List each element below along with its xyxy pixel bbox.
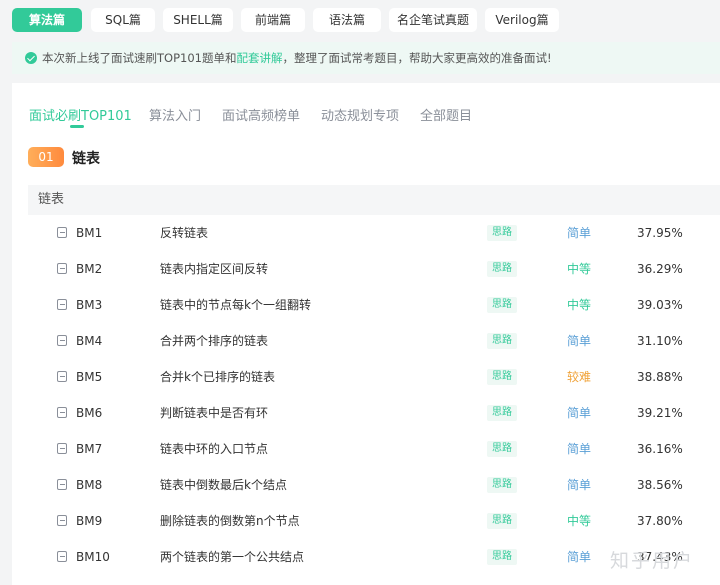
document-icon — [57, 299, 67, 310]
pass-rate: 37.95% — [637, 226, 683, 240]
pass-rate: 39.21% — [637, 406, 683, 420]
problem-row[interactable]: BM7 链表中环的入口节点 思路 简单 36.16% — [12, 431, 720, 467]
problem-panel: 面试必刷TOP101 算法入门 面试高频榜单 动态规划专项 全部题目 01 链表… — [12, 83, 720, 585]
solution-tag[interactable]: 思路 — [487, 549, 517, 565]
difficulty-label: 中等 — [567, 262, 592, 276]
problem-title[interactable]: 两个链表的第一个公共结点 — [160, 539, 304, 575]
category-company-exams[interactable]: 名企笔试真题 — [389, 8, 477, 32]
problem-list: BM1 反转链表 思路 简单 37.95% BM2 链表内指定区间反转 思路 中等 36.29% B… — [12, 215, 720, 575]
category-shell[interactable]: SHELL篇 — [163, 8, 233, 32]
solution-tag[interactable]: 思路 — [487, 333, 517, 349]
difficulty-label: 简单 — [567, 334, 592, 348]
problem-row[interactable]: BM1 反转链表 思路 简单 37.95% — [12, 215, 720, 251]
problem-row[interactable]: BM3 链表中的节点每k个一组翻转 思路 中等 39.03% — [12, 287, 720, 323]
problem-id: BM6 — [76, 406, 103, 420]
problem-id: BM5 — [76, 370, 103, 384]
solution-tag[interactable]: 思路 — [487, 261, 517, 277]
solution-tag[interactable]: 思路 — [487, 297, 517, 313]
problem-title[interactable]: 合并两个排序的链表 — [160, 323, 268, 359]
pass-rate: 37.80% — [637, 514, 683, 528]
active-tab-indicator — [70, 125, 84, 128]
document-icon — [57, 515, 67, 526]
problem-id: BM3 — [76, 298, 103, 312]
problem-row[interactable]: BM6 判断链表中是否有环 思路 简单 39.21% — [12, 395, 720, 431]
problem-id: BM1 — [76, 226, 103, 240]
problem-id: BM9 — [76, 514, 103, 528]
document-icon — [57, 479, 67, 490]
category-bar: 算法篇 SQL篇 SHELL篇 前端篇 语法篇 名企笔试真题 Verilog篇 — [0, 0, 720, 40]
solution-tag[interactable]: 思路 — [487, 513, 517, 529]
tab-dynamic-programming[interactable]: 动态规划专项 — [321, 105, 399, 124]
problem-title[interactable]: 链表中环的入口节点 — [160, 431, 268, 467]
difficulty-label: 简单 — [567, 478, 592, 492]
document-icon — [57, 371, 67, 382]
problem-row[interactable]: BM10 两个链表的第一个公共结点 思路 简单 37.43% — [12, 539, 720, 575]
problem-title[interactable]: 链表中倒数最后k个结点 — [160, 467, 287, 503]
difficulty-label: 简单 — [567, 226, 592, 240]
solution-tag[interactable]: 思路 — [487, 369, 517, 385]
document-icon — [57, 335, 67, 346]
notice-text: 本次新上线了面试速刷TOP101题单和配套讲解，整理了面试常考题目，帮助大家更高… — [42, 42, 552, 74]
problem-title[interactable]: 反转链表 — [160, 215, 208, 251]
problem-row[interactable]: BM2 链表内指定区间反转 思路 中等 36.29% — [12, 251, 720, 287]
problem-title[interactable]: 判断链表中是否有环 — [160, 395, 268, 431]
problem-title[interactable]: 合并k个已排序的链表 — [160, 359, 275, 395]
solution-tag[interactable]: 思路 — [487, 405, 517, 421]
pass-rate: 31.10% — [637, 334, 683, 348]
document-icon — [57, 407, 67, 418]
document-icon — [57, 263, 67, 274]
category-syntax[interactable]: 语法篇 — [313, 8, 381, 32]
category-algorithm[interactable]: 算法篇 — [12, 8, 82, 32]
pass-rate: 39.03% — [637, 298, 683, 312]
pass-rate: 36.16% — [637, 442, 683, 456]
document-icon — [57, 443, 67, 454]
pass-rate: 37.43% — [637, 550, 683, 564]
notice-text-before: 本次新上线了面试速刷TOP101题单和 — [42, 51, 237, 65]
problem-row[interactable]: BM8 链表中倒数最后k个结点 思路 简单 38.56% — [12, 467, 720, 503]
difficulty-label: 中等 — [567, 298, 592, 312]
section-title: 链表 — [72, 151, 100, 167]
category-verilog[interactable]: Verilog篇 — [485, 8, 559, 32]
problem-row[interactable]: BM4 合并两个排序的链表 思路 简单 31.10% — [12, 323, 720, 359]
problem-id: BM7 — [76, 442, 103, 456]
problem-row[interactable]: BM9 删除链表的倒数第n个节点 思路 中等 37.80% — [12, 503, 720, 539]
difficulty-label: 较难 — [567, 370, 592, 384]
group-header: 链表 — [28, 185, 720, 215]
problem-row[interactable]: BM5 合并k个已排序的链表 思路 较难 38.88% — [12, 359, 720, 395]
pass-rate: 38.88% — [637, 370, 683, 384]
solution-tag[interactable]: 思路 — [487, 225, 517, 241]
section-number-badge: 01 — [28, 147, 64, 167]
solution-tag[interactable]: 思路 — [487, 477, 517, 493]
problem-id: BM10 — [76, 550, 110, 564]
problem-title[interactable]: 链表内指定区间反转 — [160, 251, 268, 287]
problem-id: BM8 — [76, 478, 103, 492]
tab-algorithm-intro[interactable]: 算法入门 — [149, 105, 201, 124]
check-circle-icon — [25, 52, 37, 64]
notice-link[interactable]: 配套讲解 — [236, 51, 282, 65]
problem-title[interactable]: 链表中的节点每k个一组翻转 — [160, 287, 311, 323]
notice-text-after: ，整理了面试常考题目，帮助大家更高效的准备面试! — [282, 51, 552, 65]
notice-bar: 本次新上线了面试速刷TOP101题单和配套讲解，整理了面试常考题目，帮助大家更高… — [12, 42, 720, 74]
problem-title[interactable]: 删除链表的倒数第n个节点 — [160, 503, 300, 539]
difficulty-label: 中等 — [567, 514, 592, 528]
problem-id: BM2 — [76, 262, 103, 276]
solution-tag[interactable]: 思路 — [487, 441, 517, 457]
document-icon — [57, 551, 67, 562]
tab-high-frequency[interactable]: 面试高频榜单 — [222, 105, 300, 124]
difficulty-label: 简单 — [567, 550, 592, 564]
pass-rate: 38.56% — [637, 478, 683, 492]
problem-id: BM4 — [76, 334, 103, 348]
tab-all-problems[interactable]: 全部题目 — [420, 105, 472, 124]
category-sql[interactable]: SQL篇 — [91, 8, 155, 32]
difficulty-label: 简单 — [567, 442, 592, 456]
document-icon — [57, 227, 67, 238]
tab-top101[interactable]: 面试必刷TOP101 — [29, 105, 132, 124]
category-frontend[interactable]: 前端篇 — [241, 8, 305, 32]
difficulty-label: 简单 — [567, 406, 592, 420]
pass-rate: 36.29% — [637, 262, 683, 276]
